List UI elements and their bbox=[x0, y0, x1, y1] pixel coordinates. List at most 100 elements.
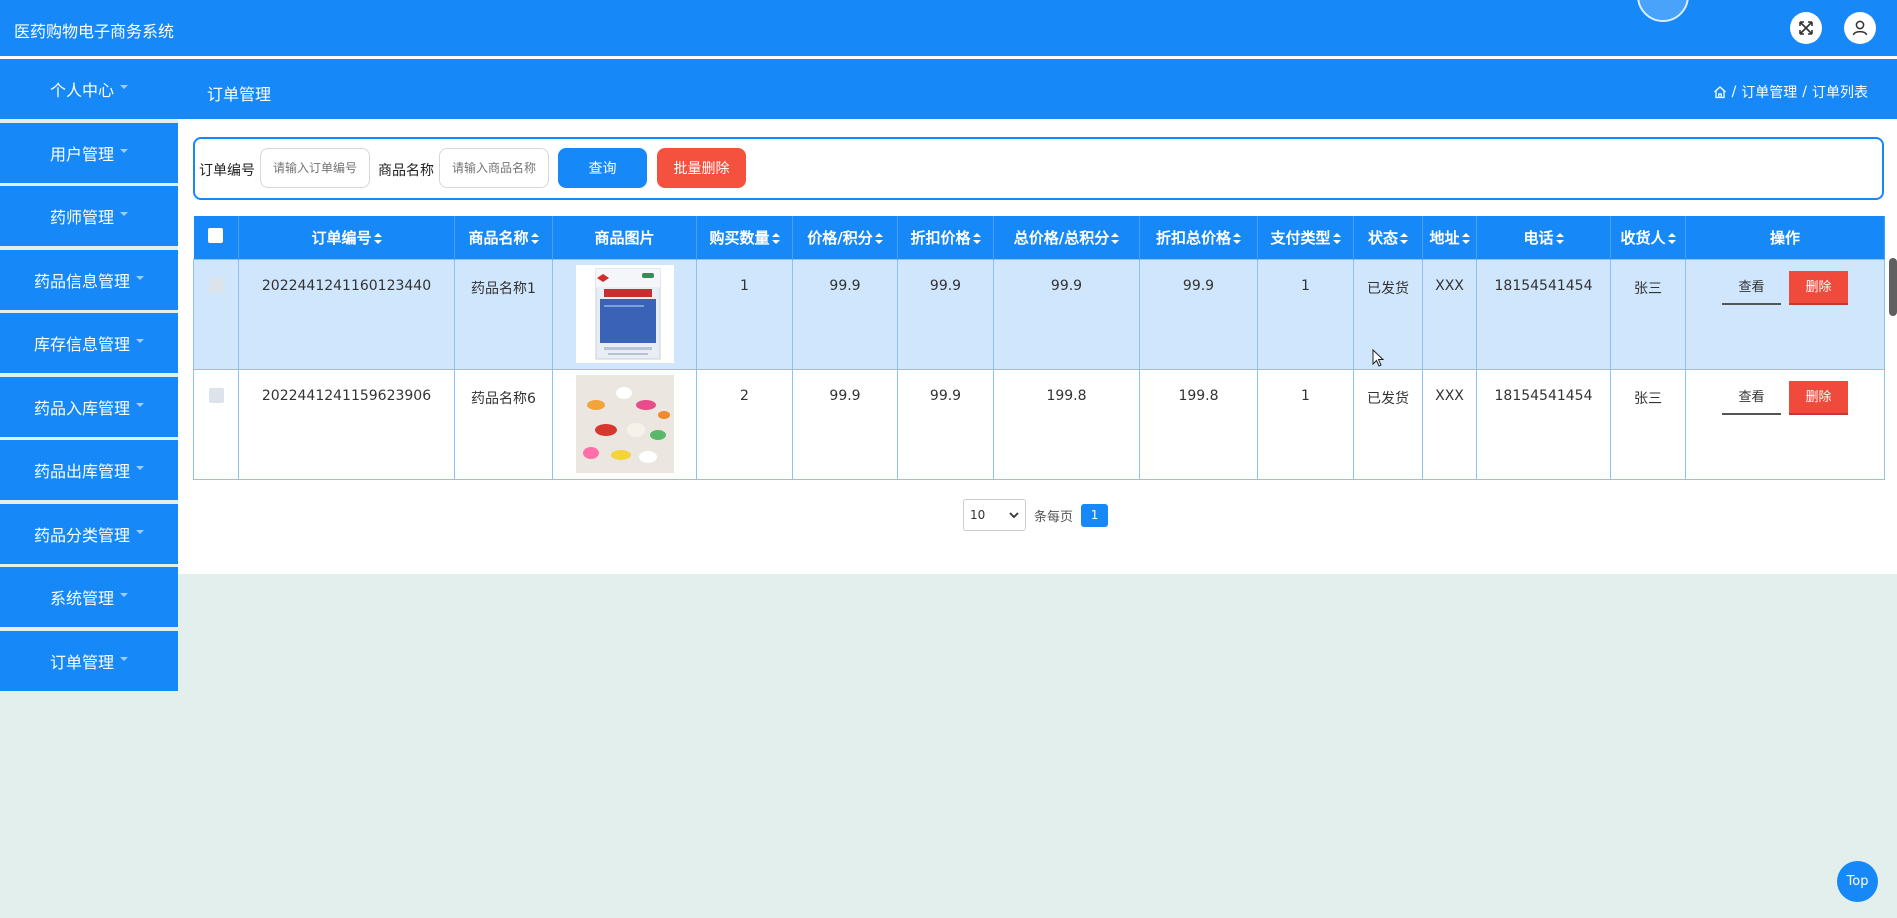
sort-icon[interactable] bbox=[1332, 232, 1341, 244]
sort-icon[interactable] bbox=[1400, 232, 1408, 244]
column-header[interactable]: 购买数量 bbox=[696, 216, 793, 259]
delete-button[interactable]: 删除 bbox=[1789, 270, 1848, 305]
page-size-select[interactable]: 10 bbox=[963, 499, 1026, 531]
delete-button[interactable]: 删除 bbox=[1789, 380, 1848, 415]
sidebar-item-drug-info-management[interactable]: 药品信息管理 bbox=[0, 249, 178, 310]
breadcrumb-order-list: 订单列表 bbox=[1812, 85, 1868, 101]
sidebar-item-personal-center[interactable]: 个人中心 bbox=[0, 59, 178, 119]
discount-total-cell: 99.9 bbox=[1139, 258, 1258, 370]
column-header[interactable]: 总价格/总积分 bbox=[993, 216, 1140, 259]
caret-down-icon bbox=[136, 529, 144, 534]
sort-icon[interactable] bbox=[1233, 232, 1241, 244]
row-checkbox[interactable] bbox=[208, 277, 224, 293]
sidebar-item-category-management[interactable]: 药品分类管理 bbox=[0, 503, 178, 564]
caret-down-icon bbox=[136, 402, 144, 407]
caret-down-icon bbox=[136, 466, 144, 470]
row-checkbox[interactable] bbox=[208, 387, 224, 403]
product-image[interactable] bbox=[575, 264, 674, 363]
sidebar-item-label: 库存信息管理 bbox=[33, 335, 130, 354]
fullscreen-icon[interactable] bbox=[1790, 12, 1822, 44]
column-header[interactable]: 商品名称 bbox=[454, 216, 553, 259]
column-header[interactable]: 电话 bbox=[1476, 216, 1611, 259]
order-no-input[interactable] bbox=[260, 148, 370, 188]
table-header-row: 订单编号 商品名称 商品图片 购买数量 价格/积分 折扣价格 总价格/总积分 折… bbox=[193, 216, 1885, 259]
sort-icon[interactable] bbox=[1555, 232, 1564, 244]
caret-down-icon bbox=[120, 656, 128, 661]
back-to-top-button[interactable]: Top bbox=[1837, 861, 1878, 902]
search-form: 订单编号 商品名称 查询 批量删除 bbox=[193, 137, 1884, 200]
sort-icon[interactable] bbox=[1461, 232, 1470, 244]
decorative-circle bbox=[1637, 0, 1689, 22]
discount-price-cell: 99.9 bbox=[897, 258, 994, 370]
address-cell: XXX bbox=[1422, 258, 1477, 370]
order-table: 订单编号 商品名称 商品图片 购买数量 价格/积分 折扣价格 总价格/总积分 折… bbox=[193, 216, 1885, 480]
scrollbar-thumb[interactable] bbox=[1889, 258, 1897, 316]
receiver-cell: 张三 bbox=[1610, 368, 1686, 480]
breadcrumb-separator: / bbox=[1731, 84, 1737, 100]
column-header: 操作 bbox=[1685, 216, 1885, 259]
price-cell: 99.9 bbox=[792, 368, 898, 480]
sidebar-item-label: 系统管理 bbox=[49, 589, 114, 608]
select-all-checkbox[interactable] bbox=[208, 227, 224, 243]
per-page-label: 条每页 bbox=[1034, 509, 1074, 525]
sidebar-item-pharmacist-management[interactable]: 药师管理 bbox=[0, 186, 178, 246]
price-cell: 99.9 bbox=[792, 258, 898, 370]
view-button[interactable]: 查看 bbox=[1722, 381, 1781, 415]
sidebar-item-inventory-management[interactable]: 库存信息管理 bbox=[0, 313, 178, 373]
caret-down-icon bbox=[120, 85, 128, 89]
sort-icon[interactable] bbox=[530, 232, 539, 244]
sidebar-item-label: 用户管理 bbox=[49, 144, 114, 164]
product-name-input[interactable] bbox=[439, 148, 549, 188]
sort-icon[interactable] bbox=[1667, 232, 1676, 244]
batch-delete-button[interactable]: 批量删除 bbox=[657, 148, 746, 188]
order-no-cell: 2022441241160123440 bbox=[238, 258, 455, 370]
sort-icon[interactable] bbox=[373, 232, 382, 244]
sort-icon[interactable] bbox=[1111, 232, 1120, 244]
sidebar-item-stock-in-management[interactable]: 药品入库管理 bbox=[0, 376, 178, 437]
select-all-header bbox=[193, 216, 239, 259]
column-header[interactable]: 收货人 bbox=[1610, 216, 1686, 259]
page-header: 订单管理 / 订单管理 / 订单列表 bbox=[178, 59, 1897, 119]
column-header[interactable]: 价格/积分 bbox=[792, 216, 898, 259]
product-name-cell: 药品名称6 bbox=[454, 368, 553, 480]
sidebar-item-stock-out-management[interactable]: 药品出库管理 bbox=[0, 440, 178, 500]
column-header[interactable]: 订单编号 bbox=[238, 216, 455, 259]
breadcrumb-order-management[interactable]: 订单管理 bbox=[1741, 82, 1797, 102]
query-button[interactable]: 查询 bbox=[558, 148, 647, 188]
phone-cell: 18154541454 bbox=[1476, 258, 1611, 370]
status-cell: 已发货 bbox=[1353, 258, 1423, 370]
column-header[interactable]: 折扣总价格 bbox=[1139, 216, 1258, 259]
view-button[interactable]: 查看 bbox=[1722, 271, 1781, 305]
sidebar-item-user-management[interactable]: 用户管理 bbox=[0, 122, 178, 183]
sort-icon[interactable] bbox=[771, 232, 780, 244]
column-header[interactable]: 状态 bbox=[1353, 216, 1423, 259]
order-no-label: 订单编号 bbox=[199, 163, 255, 179]
product-name-cell: 药品名称1 bbox=[454, 258, 553, 370]
column-header[interactable]: 地址 bbox=[1422, 216, 1477, 259]
sidebar-item-label: 药品出库管理 bbox=[33, 462, 130, 481]
caret-down-icon bbox=[120, 593, 128, 597]
receiver-cell: 张三 bbox=[1610, 258, 1686, 370]
column-header[interactable]: 折扣价格 bbox=[897, 216, 994, 259]
sidebar-item-label: 药品信息管理 bbox=[33, 271, 130, 291]
product-image[interactable] bbox=[575, 374, 674, 473]
sort-icon[interactable] bbox=[874, 232, 883, 244]
sort-icon[interactable] bbox=[972, 232, 981, 244]
page-number-current[interactable]: 1 bbox=[1081, 503, 1109, 527]
address-cell: XXX bbox=[1422, 368, 1477, 480]
status-cell: 已发货 bbox=[1353, 368, 1423, 480]
column-header[interactable]: 支付类型 bbox=[1257, 216, 1354, 259]
order-no-cell: 2022441241159623906 bbox=[238, 368, 455, 480]
home-icon[interactable] bbox=[1713, 85, 1727, 99]
caret-down-icon bbox=[120, 148, 128, 153]
app-title: 医药购物电子商务系统 bbox=[14, 22, 175, 41]
pay-type-cell: 1 bbox=[1257, 368, 1354, 480]
sidebar-item-order-management[interactable]: 订单管理 bbox=[0, 630, 178, 691]
user-icon[interactable] bbox=[1844, 12, 1876, 44]
mouse-cursor-icon bbox=[1372, 349, 1384, 367]
table-row[interactable]: 2022441241160123440 药品名称1 1 99.9 99.9 99… bbox=[193, 258, 1885, 370]
main-content: 订单编号 商品名称 查询 批量删除 订单编号 商品名称 商品图片 购买数量 价格… bbox=[178, 119, 1897, 574]
sidebar-item-system-management[interactable]: 系统管理 bbox=[0, 567, 178, 627]
breadcrumb: / 订单管理 / 订单列表 bbox=[1713, 82, 1868, 102]
table-row[interactable]: 2022441241159623906 药品名称6 2 99.9 99.9 19… bbox=[193, 368, 1885, 480]
